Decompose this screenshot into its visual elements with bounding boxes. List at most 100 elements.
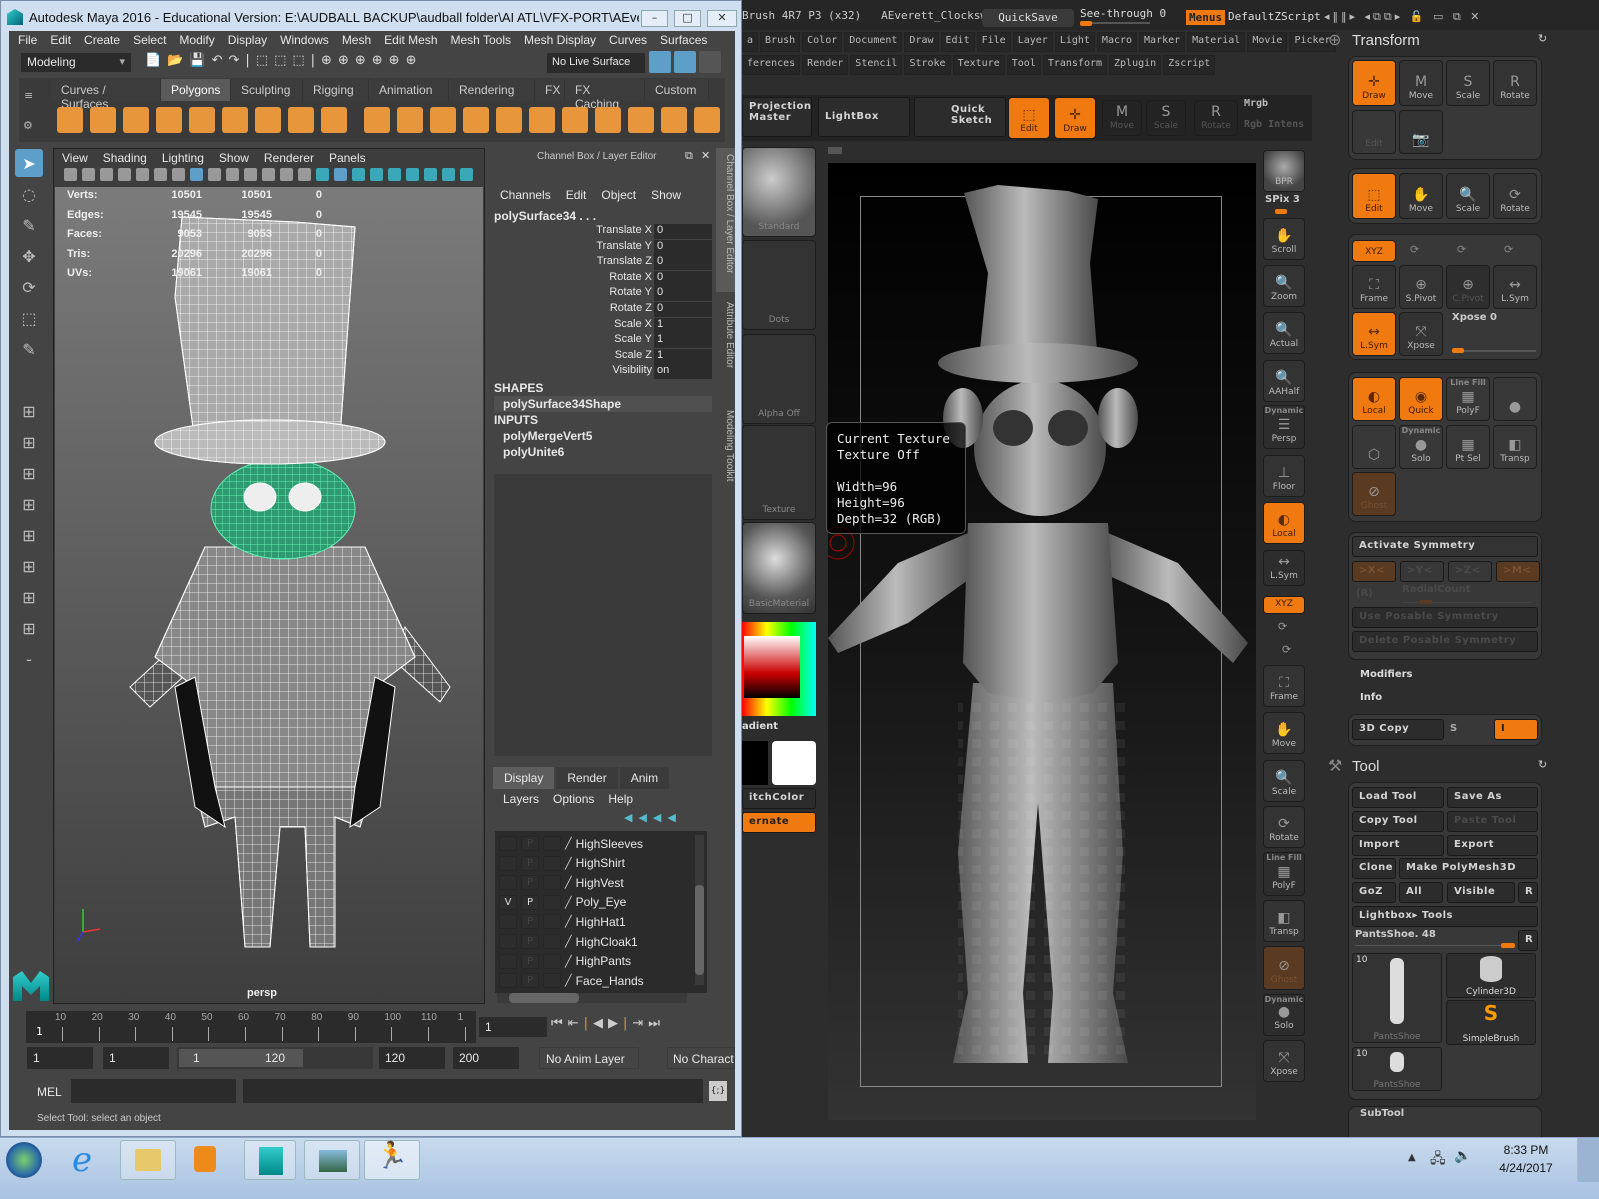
load-tool-button[interactable]: Load Tool [1352, 787, 1444, 808]
shape-node[interactable]: polySurface34Shape [494, 396, 712, 412]
layer-row[interactable]: P ╱ HighHat1 [499, 912, 626, 931]
playback-toggle[interactable]: P [521, 836, 539, 851]
solo-button[interactable]: Dynamic ● Solo [1263, 994, 1305, 1036]
panel-toolbar-icon[interactable] [406, 168, 419, 181]
local-button[interactable]: ◐ Local [1263, 502, 1305, 544]
frame-button[interactable]: ⛶ Frame [1352, 265, 1396, 309]
channel-value[interactable]: 0 [654, 302, 712, 317]
layer-row[interactable]: P ╱ Face_Hands [499, 971, 644, 990]
zmenu-brush[interactable]: Brush [760, 32, 801, 52]
network-icon[interactable]: 🖧 [1430, 1148, 1446, 1172]
panel-toolbar-icon[interactable] [352, 168, 365, 181]
display-type-toggle[interactable] [543, 953, 561, 969]
lightbox-button[interactable]: LightBox [818, 97, 910, 137]
channel-value[interactable]: 0 [654, 239, 712, 255]
panel-menu-show[interactable]: Show [219, 151, 249, 165]
shelf-tool-icon[interactable] [430, 107, 456, 133]
panel-toolbar-icon[interactable] [118, 168, 131, 181]
local-symmetry-button[interactable]: ↔ L.Sym [1352, 312, 1396, 356]
playback-start-field[interactable]: 1 [103, 1047, 169, 1069]
texture-thumb[interactable]: Texture [742, 425, 816, 520]
zmenu-zplugin[interactable]: Zplugin [1109, 55, 1162, 75]
material-thumb[interactable]: BasicMaterial [742, 522, 816, 614]
tool-thumbnail[interactable]: S SimpleBrush [1446, 1000, 1536, 1045]
menu-create[interactable]: Create [84, 33, 120, 47]
panel-toolbar-icon[interactable] [100, 168, 113, 181]
shelf-tab[interactable]: Animation [369, 79, 449, 101]
menu-mesh[interactable]: Mesh [342, 33, 371, 47]
dynamic-solo-button[interactable]: Dynamic ● Solo [1399, 425, 1443, 469]
current-frame-field[interactable]: 1 [479, 1017, 547, 1037]
visibility-toggle[interactable] [499, 875, 517, 891]
transp-button[interactable]: ◧ Transp [1263, 900, 1305, 942]
xyz-rotate-button[interactable]: XYZ [1263, 596, 1305, 614]
layer-actions[interactable]: ◀◀◀◀ [624, 811, 682, 824]
side-tab[interactable]: Channel Box / Layer Editor [716, 148, 735, 292]
channel-value[interactable]: on [654, 364, 712, 380]
projection-master-button[interactable]: Projection Master [742, 97, 812, 137]
shelf-tool-icon[interactable] [463, 107, 489, 133]
quicksave-button[interactable]: QuickSave [982, 9, 1074, 27]
menu-modify[interactable]: Modify [179, 33, 214, 47]
zmenu-layer[interactable]: Layer [1012, 32, 1053, 52]
menu-surfaces[interactable]: Surfaces [660, 33, 707, 47]
media-player-icon[interactable] [194, 1146, 216, 1172]
layer-tab-render[interactable]: Render [556, 767, 618, 789]
status-line-icon[interactable]: ⊕ [406, 53, 417, 73]
layer-row[interactable]: P ╱ HighSleeves [499, 834, 643, 853]
zmenu-render[interactable]: Render [802, 55, 849, 75]
edit-gizmo-button[interactable]: ⬚ Edit [1352, 173, 1396, 219]
panel-toolbar-icon[interactable] [244, 168, 257, 181]
quick-button[interactable]: ◉ Quick [1399, 377, 1443, 421]
tool-slider-track[interactable] [1355, 943, 1515, 948]
playback-toggle[interactable]: P [521, 855, 539, 871]
polyf-button[interactable]: Line Fill ▦ PolyF [1263, 852, 1305, 896]
zmenu-a[interactable]: a [742, 32, 759, 52]
spivot-button[interactable]: ⊕ S.Pivot [1399, 265, 1443, 309]
zmenu-light[interactable]: Light [1054, 32, 1095, 52]
menu-mesh-tools[interactable]: Mesh Tools [451, 33, 511, 47]
layer-tab-anim[interactable]: Anim [619, 767, 670, 789]
status-line-icon[interactable]: ⊕ [321, 53, 332, 73]
select-tool-icon[interactable]: ➤ [15, 149, 43, 177]
polyframe-button[interactable]: Line Fill ▦ PolyF [1446, 377, 1490, 421]
draw-mode-button[interactable]: ✛ Draw [1054, 97, 1096, 139]
ghost-button[interactable]: ⊘ Ghost [1263, 946, 1305, 990]
make-polymesh3d-button[interactable]: Make PolyMesh3D [1399, 858, 1538, 879]
shelf-tool-icon[interactable] [321, 107, 347, 133]
taskbar-photos[interactable] [304, 1140, 360, 1180]
shelf-tool-icon[interactable] [661, 107, 687, 133]
status-line-icon[interactable]: ⊕ [355, 53, 366, 73]
zmenu-macro[interactable]: Macro [1096, 32, 1138, 52]
zmenu-zscript[interactable]: Zscript [1163, 55, 1216, 75]
tool-icon[interactable]: ⊞ [15, 490, 43, 518]
pt-sel-button[interactable]: ▦ Pt Sel [1446, 425, 1490, 469]
zmenu-stencil[interactable]: Stencil [850, 55, 903, 75]
tool-icon[interactable]: ⊞ [15, 428, 43, 456]
mode-dropdown[interactable]: Modeling ▾ [21, 53, 131, 72]
zmenu-draw[interactable]: Draw [904, 32, 939, 52]
playback-end-field[interactable]: 120 [379, 1047, 445, 1069]
scale-button[interactable]: 🔍 Scale [1263, 760, 1305, 802]
zmenu-movie[interactable]: Movie [1247, 32, 1288, 52]
maximize-button[interactable]: □ [674, 10, 701, 27]
move-gizmo-button[interactable]: ✋ Move [1399, 173, 1443, 219]
panel-toolbar-icon[interactable] [208, 168, 221, 181]
visibility-toggle[interactable] [499, 914, 517, 930]
secondary-color-swatch[interactable] [742, 741, 768, 785]
brush-thumb[interactable]: Standard [742, 147, 816, 237]
tool-icon[interactable]: ⟳ [15, 273, 43, 301]
channel-value[interactable]: 0 [654, 286, 712, 302]
visibility-toggle[interactable] [499, 953, 517, 969]
panel-toolbar-icon[interactable] [388, 168, 401, 181]
shelf-tool-icon[interactable] [628, 107, 654, 133]
taskbar-maya[interactable] [244, 1140, 296, 1180]
paste-tool-button[interactable]: Paste Tool [1447, 811, 1538, 832]
zmenu-transform[interactable]: Transform [1042, 55, 1108, 75]
range-bar[interactable]: 1 120 [179, 1049, 303, 1067]
shelf-tool-icon[interactable] [562, 107, 588, 133]
layer-row[interactable]: P ╱ HighCloak1 [499, 932, 638, 951]
layer-menu-options[interactable]: Options [553, 792, 594, 806]
panel-toolbar-icon[interactable] [190, 168, 203, 181]
panel-toolbar-icon[interactable] [334, 168, 347, 181]
